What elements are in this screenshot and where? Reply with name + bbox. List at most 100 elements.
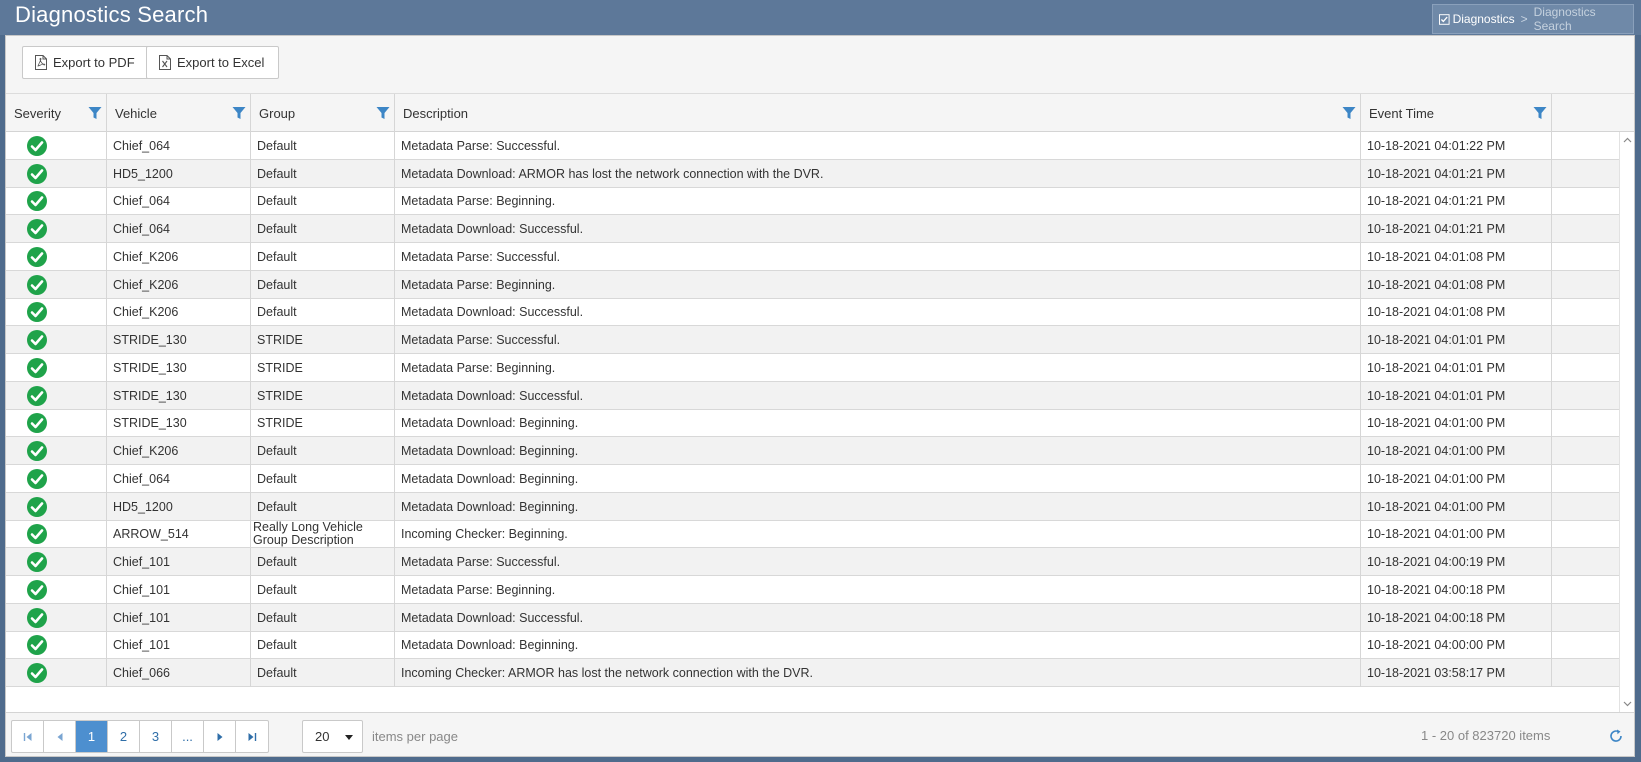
cell-severity bbox=[6, 576, 107, 604]
filter-funnel-icon[interactable] bbox=[88, 106, 102, 120]
table-row[interactable]: STRIDE_130 STRIDE Metadata Download: Begin… bbox=[6, 409, 1619, 438]
pager: 1 2 3 ... 20 items per page 1 - 20 of 82… bbox=[6, 712, 1634, 756]
table-row[interactable]: Chief_066 Default Incoming Checker: ARMOR … bbox=[6, 659, 1619, 687]
cell-text: Chief_064 bbox=[113, 194, 170, 209]
cell-text: STRIDE bbox=[257, 333, 303, 348]
cell-text: Metadata Parse: Successful. bbox=[401, 138, 561, 153]
cell-group: Default bbox=[251, 603, 395, 632]
export-excel-label: Export to Excel bbox=[177, 55, 265, 70]
column-header-description[interactable]: Description bbox=[395, 94, 1361, 132]
cell-severity bbox=[6, 659, 107, 687]
scroll-down-icon[interactable] bbox=[1623, 699, 1632, 708]
prev-page-button[interactable] bbox=[44, 721, 76, 752]
cell-text: Metadata Download: Beginning. bbox=[401, 638, 579, 653]
filter-funnel-icon[interactable] bbox=[232, 106, 246, 120]
cell-vehicle: Chief_101 bbox=[107, 631, 251, 660]
page-button-1[interactable]: 1 bbox=[76, 721, 108, 752]
cell-description: Metadata Parse: Beginning. bbox=[395, 354, 1361, 382]
cell-group: STRIDE bbox=[251, 381, 395, 410]
cell-event-time: 10-18-2021 04:00:18 PM bbox=[1361, 603, 1552, 632]
cell-text: Metadata Download: Beginning. bbox=[401, 416, 579, 431]
cell-text: 10-18-2021 04:01:01 PM bbox=[1367, 333, 1506, 348]
cell-severity bbox=[6, 465, 107, 493]
table-row[interactable]: STRIDE_130 STRIDE Metadata Parse: Beginnin… bbox=[6, 354, 1619, 382]
page-button-3[interactable]: 3 bbox=[140, 721, 172, 752]
scroll-up-icon[interactable] bbox=[1623, 136, 1632, 145]
table-row[interactable]: Chief_101 Default Metadata Download: Succe… bbox=[6, 603, 1619, 632]
table-row[interactable]: Chief_064 Default Metadata Parse: Successf… bbox=[6, 132, 1619, 160]
cell-event-time: 10-18-2021 04:01:21 PM bbox=[1361, 215, 1552, 243]
cell-event-time: 10-18-2021 04:00:19 PM bbox=[1361, 548, 1552, 576]
next-page-button[interactable] bbox=[204, 721, 236, 752]
cell-event-time: 10-18-2021 04:01:00 PM bbox=[1361, 409, 1552, 438]
first-page-icon bbox=[23, 732, 31, 741]
cell-text: Metadata Download: Successful. bbox=[401, 388, 584, 403]
cell-text: Chief_064 bbox=[113, 471, 170, 486]
table-row[interactable]: Chief_K206 Default Metadata Download: Begi… bbox=[6, 437, 1619, 465]
column-header-vehicle[interactable]: Vehicle bbox=[107, 94, 251, 132]
filter-funnel-icon[interactable] bbox=[1533, 106, 1547, 120]
check-circle-icon bbox=[27, 357, 47, 378]
breadcrumb: Diagnostics > Diagnostics Search bbox=[1432, 4, 1634, 34]
check-circle-icon bbox=[27, 302, 47, 323]
cell-severity bbox=[6, 437, 107, 465]
cell-vehicle: Chief_101 bbox=[107, 548, 251, 576]
column-header-severity[interactable]: Severity bbox=[6, 94, 107, 132]
filter-funnel-icon[interactable] bbox=[376, 106, 390, 120]
breadcrumb-root[interactable]: Diagnostics bbox=[1453, 12, 1515, 26]
refresh-icon[interactable] bbox=[1608, 728, 1624, 744]
cell-text: Metadata Download: Beginning. bbox=[401, 471, 579, 486]
filter-funnel-icon[interactable] bbox=[1342, 106, 1356, 120]
table-row[interactable]: HD5_1200 Default Metadata Download: ARMOR … bbox=[6, 159, 1619, 188]
cell-text: STRIDE_130 bbox=[113, 360, 187, 375]
cell-text: Default bbox=[257, 555, 297, 570]
cell-event-time: 10-18-2021 04:01:01 PM bbox=[1361, 326, 1552, 354]
cell-group: STRIDE bbox=[251, 409, 395, 438]
cell-description: Incoming Checker: Beginning. bbox=[395, 520, 1361, 549]
check-circle-icon bbox=[27, 468, 47, 489]
table-row[interactable]: STRIDE_130 STRIDE Metadata Parse: Successf… bbox=[6, 326, 1619, 354]
table-row[interactable]: Chief_101 Default Metadata Download: Begin… bbox=[6, 631, 1619, 660]
table-row[interactable]: Chief_K206 Default Metadata Parse: Beginni… bbox=[6, 270, 1619, 299]
cell-text: 10-18-2021 04:01:22 PM bbox=[1367, 138, 1506, 153]
cell-text: Metadata Download: Successful. bbox=[401, 305, 584, 320]
table-row[interactable]: Chief_101 Default Metadata Parse: Successf… bbox=[6, 548, 1619, 576]
page-button-2[interactable]: 2 bbox=[108, 721, 140, 752]
export-pdf-button[interactable]: Export to PDF bbox=[22, 46, 150, 79]
check-circle-icon bbox=[27, 330, 47, 351]
grid-scrollbar[interactable] bbox=[1619, 132, 1634, 712]
cell-text: Incoming Checker: Beginning. bbox=[401, 527, 568, 542]
page-button-more[interactable]: ... bbox=[172, 721, 204, 752]
table-row[interactable]: HD5_1200 Default Metadata Download: Beginn… bbox=[6, 492, 1619, 521]
table-row[interactable]: Chief_064 Default Metadata Download: Succe… bbox=[6, 215, 1619, 243]
table-row[interactable]: Chief_101 Default Metadata Parse: Beginnin… bbox=[6, 576, 1619, 604]
column-header-event-time[interactable]: Event Time bbox=[1361, 94, 1552, 132]
column-header-group[interactable]: Group bbox=[251, 94, 395, 132]
cell-text: 10-18-2021 03:58:17 PM bbox=[1367, 666, 1506, 681]
table-row[interactable]: Chief_064 Default Metadata Parse: Beginnin… bbox=[6, 187, 1619, 216]
table-row[interactable]: ARROW_514 Really Long Vehicle Group Descr… bbox=[6, 520, 1619, 549]
first-page-button[interactable] bbox=[12, 721, 44, 752]
cell-vehicle: HD5_1200 bbox=[107, 159, 251, 188]
cell-group: Default bbox=[251, 187, 395, 216]
last-page-button[interactable] bbox=[236, 721, 268, 752]
table-row[interactable]: STRIDE_130 STRIDE Metadata Download: Succe… bbox=[6, 381, 1619, 410]
table-row[interactable]: Chief_K206 Default Metadata Download: Succ… bbox=[6, 298, 1619, 327]
column-title-group: Group bbox=[259, 105, 296, 121]
cell-text: Chief_101 bbox=[113, 582, 170, 597]
table-row[interactable]: Chief_K206 Default Metadata Parse: Success… bbox=[6, 243, 1619, 271]
cell-group: Really Long Vehicle Group Description bbox=[251, 520, 395, 549]
cell-text: Metadata Download: Beginning. bbox=[401, 444, 579, 459]
cell-event-time: 10-18-2021 04:01:01 PM bbox=[1361, 381, 1552, 410]
cell-text: 10-18-2021 04:01:00 PM bbox=[1367, 527, 1506, 542]
cell-text: 10-18-2021 04:00:18 PM bbox=[1367, 582, 1506, 597]
table-row[interactable]: Chief_064 Default Metadata Download: Begin… bbox=[6, 465, 1619, 493]
cell-vehicle: Chief_064 bbox=[107, 187, 251, 216]
export-excel-button[interactable]: Export to Excel bbox=[146, 46, 280, 79]
page-size-select[interactable]: 20 bbox=[302, 720, 363, 753]
cell-vehicle: STRIDE_130 bbox=[107, 409, 251, 438]
cell-text: 10-18-2021 04:01:00 PM bbox=[1367, 416, 1506, 431]
page-title: Diagnostics Search bbox=[15, 2, 209, 27]
cell-text: STRIDE_130 bbox=[113, 416, 187, 431]
cell-event-time: 10-18-2021 04:00:00 PM bbox=[1361, 631, 1552, 660]
